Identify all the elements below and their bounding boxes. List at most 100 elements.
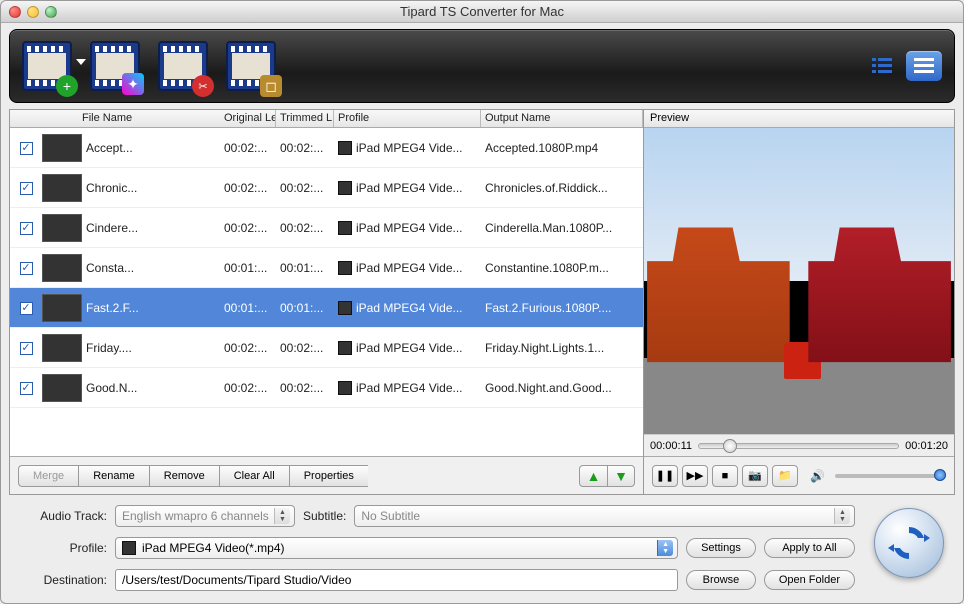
crop-icon: ◻ bbox=[260, 75, 282, 97]
updown-icon: ▲▼ bbox=[657, 540, 673, 556]
effect-button[interactable]: ✦ bbox=[90, 41, 140, 91]
table-row[interactable]: Friday....00:02:...00:02:...iPad MPEG4 V… bbox=[10, 328, 643, 368]
col-profile[interactable]: Profile bbox=[334, 110, 481, 127]
destination-field[interactable]: /Users/test/Documents/Tipard Studio/Vide… bbox=[115, 569, 678, 591]
checkbox[interactable] bbox=[20, 182, 33, 195]
col-filename[interactable]: File Name bbox=[78, 110, 142, 127]
clear-all-button[interactable]: Clear All bbox=[219, 465, 289, 487]
current-time: 00:00:11 bbox=[650, 440, 692, 452]
cell-profile: iPad MPEG4 Vide... bbox=[334, 301, 481, 315]
move-down-button[interactable]: ▼ bbox=[607, 465, 635, 487]
checkbox[interactable] bbox=[20, 222, 33, 235]
snapshot-folder-button[interactable]: 📁 bbox=[772, 465, 798, 487]
cell-filename: Consta... bbox=[82, 261, 146, 275]
checkbox[interactable] bbox=[20, 382, 33, 395]
remove-button[interactable]: Remove bbox=[149, 465, 219, 487]
crop-button[interactable]: ◻ bbox=[226, 41, 276, 91]
video-icon bbox=[338, 181, 352, 195]
checkbox[interactable] bbox=[20, 342, 33, 355]
move-up-button[interactable]: ▲ bbox=[579, 465, 607, 487]
camera-icon: 📷 bbox=[748, 469, 762, 482]
table-row[interactable]: Fast.2.F...00:01:...00:01:...iPad MPEG4 … bbox=[10, 288, 643, 328]
plus-icon: + bbox=[56, 75, 78, 97]
updown-icon: ▲▼ bbox=[834, 508, 850, 524]
video-icon bbox=[338, 221, 352, 235]
audio-track-select[interactable]: English wmapro 6 channels ▲▼ bbox=[115, 505, 295, 527]
playback-timebar: 00:00:11 00:01:20 bbox=[644, 434, 954, 456]
pause-icon: ❚❚ bbox=[656, 469, 674, 482]
seek-handle[interactable] bbox=[723, 439, 737, 453]
subtitle-select[interactable]: No Subtitle ▲▼ bbox=[354, 505, 855, 527]
thumbnail bbox=[42, 334, 82, 362]
cell-original-length: 00:02:... bbox=[220, 181, 276, 195]
table-row[interactable]: Accept...00:02:...00:02:...iPad MPEG4 Vi… bbox=[10, 128, 643, 168]
cell-original-length: 00:02:... bbox=[220, 341, 276, 355]
rename-button[interactable]: Rename bbox=[78, 465, 149, 487]
pause-button[interactable]: ❚❚ bbox=[652, 465, 678, 487]
apply-to-all-button[interactable]: Apply to All bbox=[764, 538, 855, 558]
thumbnail bbox=[42, 174, 82, 202]
table-row[interactable]: Consta...00:01:...00:01:...iPad MPEG4 Vi… bbox=[10, 248, 643, 288]
video-icon bbox=[338, 141, 352, 155]
video-preview[interactable] bbox=[644, 128, 954, 434]
cell-output-name: Friday.Night.Lights.1... bbox=[481, 341, 643, 355]
checkbox[interactable] bbox=[20, 142, 33, 155]
cell-trimmed-length: 00:02:... bbox=[276, 381, 334, 395]
cell-profile: iPad MPEG4 Vide... bbox=[334, 181, 481, 195]
open-folder-button[interactable]: Open Folder bbox=[764, 570, 855, 590]
table-row[interactable]: Chronic...00:02:...00:02:...iPad MPEG4 V… bbox=[10, 168, 643, 208]
total-time: 00:01:20 bbox=[905, 440, 948, 452]
cell-profile: iPad MPEG4 Vide... bbox=[334, 381, 481, 395]
cell-trimmed-length: 00:02:... bbox=[276, 221, 334, 235]
cell-trimmed-length: 00:02:... bbox=[276, 141, 334, 155]
profile-select[interactable]: iPad MPEG4 Video(*.mp4) ▲▼ bbox=[115, 537, 678, 559]
add-file-button[interactable]: + bbox=[22, 41, 72, 91]
thumbnail bbox=[42, 374, 82, 402]
video-icon bbox=[122, 541, 136, 555]
view-list-button[interactable] bbox=[906, 51, 942, 81]
settings-button[interactable]: Settings bbox=[686, 538, 756, 558]
merge-button[interactable]: Merge bbox=[18, 465, 78, 487]
subtitle-label: Subtitle: bbox=[303, 509, 346, 523]
window-title: Tipard TS Converter for Mac bbox=[1, 4, 963, 19]
properties-button[interactable]: Properties bbox=[289, 465, 368, 487]
list-icon bbox=[914, 57, 934, 75]
trim-button[interactable]: ✂ bbox=[158, 41, 208, 91]
arrow-down-icon: ▼ bbox=[614, 468, 628, 484]
col-trimmed-length[interactable]: Trimmed L bbox=[276, 110, 334, 127]
browse-button[interactable]: Browse bbox=[686, 570, 756, 590]
volume-slider[interactable] bbox=[835, 474, 946, 478]
snapshot-button[interactable]: 📷 bbox=[742, 465, 768, 487]
titlebar: Tipard TS Converter for Mac bbox=[1, 1, 963, 23]
checkbox[interactable] bbox=[20, 262, 33, 275]
video-icon bbox=[338, 381, 352, 395]
next-frame-button[interactable]: ▶▶ bbox=[682, 465, 708, 487]
list-detail-icon bbox=[872, 57, 892, 75]
col-output-name[interactable]: Output Name bbox=[481, 110, 643, 127]
destination-label: Destination: bbox=[15, 573, 107, 587]
list-actions: Merge Rename Remove Clear All Properties… bbox=[10, 456, 643, 494]
updown-icon: ▲▼ bbox=[274, 508, 290, 524]
arrow-up-icon: ▲ bbox=[587, 468, 601, 484]
checkbox[interactable] bbox=[20, 302, 33, 315]
convert-button[interactable] bbox=[874, 508, 944, 578]
table-row[interactable]: Good.N...00:02:...00:02:...iPad MPEG4 Vi… bbox=[10, 368, 643, 408]
audio-track-label: Audio Track: bbox=[15, 509, 107, 523]
volume-icon: 🔊 bbox=[810, 469, 825, 483]
volume-handle[interactable] bbox=[934, 469, 946, 481]
chevron-down-icon[interactable] bbox=[76, 59, 86, 65]
table-row[interactable]: Cindere...00:02:...00:02:...iPad MPEG4 V… bbox=[10, 208, 643, 248]
file-list[interactable]: Accept...00:02:...00:02:...iPad MPEG4 Vi… bbox=[10, 128, 643, 456]
cell-trimmed-length: 00:01:... bbox=[276, 261, 334, 275]
cell-original-length: 00:02:... bbox=[220, 381, 276, 395]
video-icon bbox=[338, 261, 352, 275]
view-detail-button[interactable] bbox=[864, 51, 900, 81]
stop-button[interactable]: ■ bbox=[712, 465, 738, 487]
seek-slider[interactable] bbox=[698, 443, 899, 449]
cell-profile: iPad MPEG4 Vide... bbox=[334, 221, 481, 235]
cell-original-length: 00:01:... bbox=[220, 261, 276, 275]
cell-filename: Accept... bbox=[82, 141, 146, 155]
cell-filename: Fast.2.F... bbox=[82, 301, 146, 315]
cell-output-name: Cinderella.Man.1080P... bbox=[481, 221, 643, 235]
col-original-length[interactable]: Original Le bbox=[220, 110, 276, 127]
